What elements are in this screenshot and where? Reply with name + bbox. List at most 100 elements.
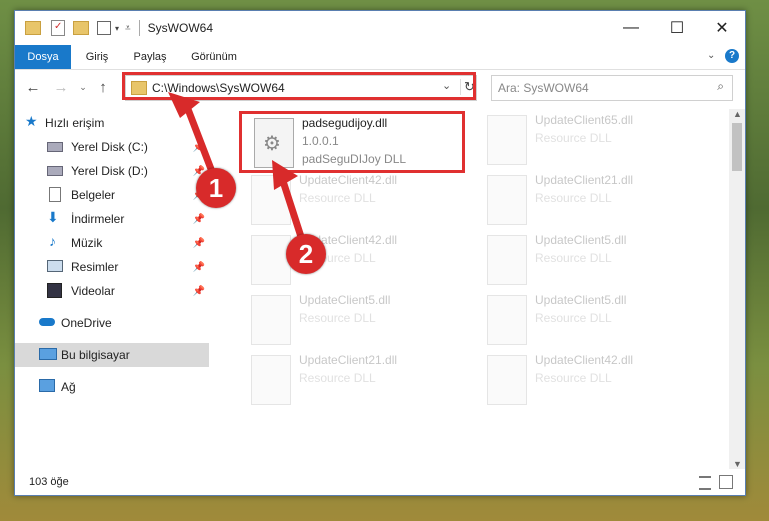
address-row: ← → ⌄ ↑ C:\Windows\SysWOW64 ⌄ ↻ Ara: Sys… xyxy=(15,70,745,104)
star-icon: ★ xyxy=(25,113,38,129)
file-name: UpdateClient5.dll xyxy=(535,233,627,247)
minimize-icon: — xyxy=(623,19,639,36)
cloud-icon xyxy=(39,318,55,326)
new-folder-icon[interactable] xyxy=(73,21,89,35)
back-button[interactable]: ← xyxy=(23,77,43,97)
sidebar-item-label: Videolar xyxy=(71,284,115,298)
file-name: UpdateClient42.dll xyxy=(299,173,398,187)
vertical-scrollbar[interactable]: ▲ ▼ xyxy=(729,109,745,469)
scroll-down-icon[interactable]: ▼ xyxy=(733,459,742,469)
sidebar-item-this-pc[interactable]: Bu bilgisayar xyxy=(15,343,209,367)
status-bar: 103 öğe xyxy=(15,471,745,495)
dll-file-icon xyxy=(487,295,527,345)
search-icon[interactable]: ⌕ xyxy=(717,79,724,94)
maximize-icon: ☐ xyxy=(669,20,685,37)
file-description: Resource DLL xyxy=(299,371,376,385)
sidebar-item-music[interactable]: ♪ Müzik 📌 xyxy=(15,231,209,255)
file-name: UpdateClient21.dll xyxy=(535,173,634,187)
file-item[interactable]: UpdateClient42.dll Resource DLL xyxy=(239,231,469,291)
file-version: 1.0.0.1 xyxy=(302,134,339,148)
dll-file-icon: ⚙ xyxy=(254,118,294,168)
sidebar-item-local-disk-c[interactable]: Yerel Disk (C:) 📌 xyxy=(15,135,209,159)
file-name: UpdateClient5.dll xyxy=(299,293,391,307)
dll-file-icon xyxy=(251,235,291,285)
file-item[interactable]: UpdateClient5.dll Resource DLL xyxy=(475,291,705,351)
file-description: Resource DLL xyxy=(535,191,612,205)
sidebar-item-label: Ağ xyxy=(61,380,76,394)
ribbon-expand-icon[interactable]: ⌄ xyxy=(707,50,715,61)
sidebar-item-pictures[interactable]: Resimler 📌 xyxy=(15,255,209,279)
sidebar-item-documents[interactable]: Belgeler 📌 xyxy=(15,183,209,207)
dll-file-icon xyxy=(487,235,527,285)
search-box[interactable]: Ara: SysWOW64 ⌕ xyxy=(491,75,733,101)
folder-icon[interactable] xyxy=(25,21,41,35)
tab-file[interactable]: Dosya xyxy=(15,45,71,69)
pin-icon: 📌 xyxy=(192,213,205,225)
sidebar-item-videos[interactable]: Videolar 📌 xyxy=(15,279,209,303)
chevron-down-icon[interactable]: ▾ xyxy=(115,24,119,33)
sidebar-item-local-disk-d[interactable]: Yerel Disk (D:) 📌 xyxy=(15,159,209,183)
view-options-icon[interactable] xyxy=(97,21,111,35)
dll-file-icon xyxy=(251,355,291,405)
recent-locations-button[interactable]: ⌄ xyxy=(73,77,93,97)
sidebar-item-label: Bu bilgisayar xyxy=(61,348,130,362)
sidebar-item-network[interactable]: Ağ xyxy=(15,375,209,399)
scroll-up-icon[interactable]: ▲ xyxy=(733,109,742,119)
video-icon xyxy=(47,283,62,298)
dll-file-icon xyxy=(487,115,527,165)
pin-icon: 📌 xyxy=(192,141,205,153)
quick-access-toolbar: ✓ ▾ ⩡ SysWOW64 xyxy=(25,20,213,36)
explorer-window: ✓ ▾ ⩡ SysWOW64 — ☐ ✕ Dosya Giriş Paylaş … xyxy=(14,10,746,496)
file-description: Resource DLL xyxy=(535,371,612,385)
file-item[interactable]: UpdateClient5.dll Resource DLL xyxy=(475,231,705,291)
file-item[interactable]: UpdateClient65.dll Resource DLL xyxy=(475,111,705,171)
navigation-pane: ★ Hızlı erişim Yerel Disk (C:) 📌 Yerel D… xyxy=(15,109,211,469)
sidebar-item-quick-access[interactable]: ★ Hızlı erişim xyxy=(15,111,209,135)
file-name: padsegudijoy.dll xyxy=(302,116,388,130)
file-item[interactable]: UpdateClient21.dll Resource DLL xyxy=(475,171,705,231)
tab-home[interactable]: Giriş xyxy=(75,45,119,69)
file-item[interactable]: UpdateClient42.dll Resource DLL xyxy=(475,351,705,411)
pictures-icon xyxy=(47,260,63,272)
file-description: Resource DLL xyxy=(299,191,376,205)
up-button[interactable]: ↑ xyxy=(93,77,113,97)
properties-icon[interactable]: ✓ xyxy=(51,20,65,36)
forward-button[interactable]: → xyxy=(51,77,71,97)
details-view-icon[interactable] xyxy=(699,476,711,490)
file-item[interactable]: UpdateClient42.dll Resource DLL xyxy=(239,171,469,231)
sidebar-item-downloads[interactable]: ⬇ İndirmeler 📌 xyxy=(15,207,209,231)
file-description: Resource DLL xyxy=(535,131,612,145)
sidebar-item-label: Hızlı erişim xyxy=(45,116,105,130)
file-name: UpdateClient5.dll xyxy=(535,293,627,307)
sidebar-item-onedrive[interactable]: OneDrive xyxy=(15,311,209,335)
pin-icon: 📌 xyxy=(192,237,205,249)
item-count: 103 öğe xyxy=(29,476,69,488)
customize-toolbar-icon[interactable]: ⩡ xyxy=(125,23,131,34)
minimize-button[interactable]: — xyxy=(608,11,654,45)
tab-share[interactable]: Paylaş xyxy=(125,45,175,69)
file-description: Resource DLL xyxy=(535,311,612,325)
file-list: ⚙ padsegudijoy.dll 1.0.0.1 padSeguDIJoy … xyxy=(225,109,725,469)
address-highlight xyxy=(122,72,476,100)
pin-icon: 📌 xyxy=(192,285,205,297)
large-icons-view-icon[interactable] xyxy=(719,475,733,489)
dll-file-icon xyxy=(487,355,527,405)
drive-icon xyxy=(47,142,63,152)
tab-view[interactable]: Görünüm xyxy=(183,45,245,69)
help-icon[interactable]: ? xyxy=(725,49,739,63)
search-input[interactable]: Ara: SysWOW64 xyxy=(498,81,589,95)
maximize-button[interactable]: ☐ xyxy=(654,11,700,45)
network-icon xyxy=(39,379,55,392)
close-button[interactable]: ✕ xyxy=(699,11,745,45)
title-separator xyxy=(138,20,140,36)
scroll-thumb[interactable] xyxy=(732,123,742,171)
sidebar-item-label: Yerel Disk (D:) xyxy=(71,164,148,178)
window-title: SysWOW64 xyxy=(147,21,213,35)
file-description: Resource DLL xyxy=(535,251,612,265)
sidebar-item-label: OneDrive xyxy=(61,316,112,330)
title-bar: ✓ ▾ ⩡ SysWOW64 — ☐ ✕ xyxy=(15,11,745,45)
download-icon: ⬇ xyxy=(47,209,59,225)
file-item-padsegudijoy[interactable]: ⚙ padsegudijoy.dll 1.0.0.1 padSeguDIJoy … xyxy=(239,111,465,173)
file-item[interactable]: UpdateClient5.dll Resource DLL xyxy=(239,291,469,351)
file-item[interactable]: UpdateClient21.dll Resource DLL xyxy=(239,351,469,411)
